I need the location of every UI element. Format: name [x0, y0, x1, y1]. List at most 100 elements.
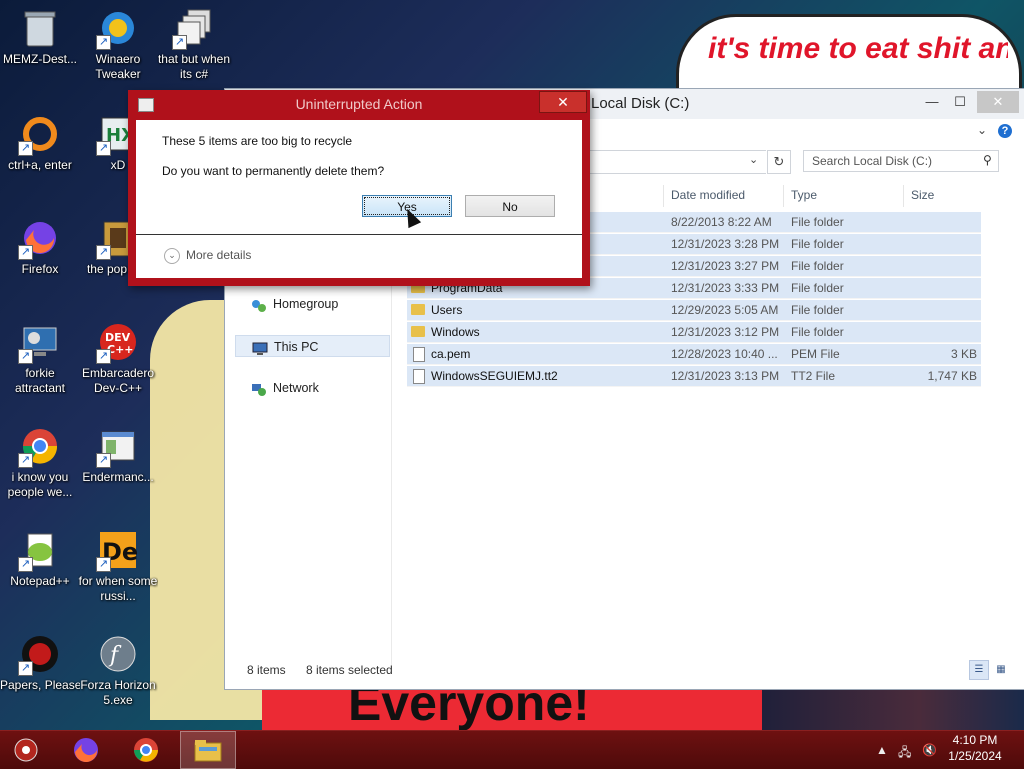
- close-icon[interactable]: ✕: [539, 91, 587, 113]
- no-button[interactable]: No: [465, 195, 555, 217]
- more-details-toggle[interactable]: ⌄ More details: [164, 248, 251, 264]
- volume-muted-icon[interactable]: 🔇: [922, 743, 937, 757]
- file-row[interactable]: ca.pem 12/28/2023 10:40 ... PEM File 3 K…: [407, 344, 981, 365]
- desktop-icon-notepadpp[interactable]: ↗ Notepad++: [0, 528, 80, 589]
- desktop-icon-chrome-shortcut[interactable]: ↗ i know you people we...: [0, 424, 80, 500]
- chrome-icon: ↗: [18, 424, 62, 468]
- dialog-divider: [136, 234, 582, 235]
- chrome-icon: [134, 738, 158, 762]
- nav-item-homegroup[interactable]: Homegroup: [235, 293, 390, 315]
- devcpp-icon: DEV C++ ↗: [96, 320, 140, 364]
- explorer-title: Local Disk (C:): [591, 95, 690, 112]
- taskbar-firefox[interactable]: [60, 731, 112, 769]
- taskbar: ▲ 🖧 🔇: [0, 730, 1024, 769]
- network-icon[interactable]: 🖧: [898, 743, 911, 764]
- shortcut-arrow-icon: ↗: [18, 661, 33, 676]
- column-header-date[interactable]: Date modified: [671, 185, 745, 205]
- maximize-icon[interactable]: ☐: [945, 91, 975, 113]
- desktop-icon-winaero[interactable]: ↗ Winaero Tweaker: [78, 6, 158, 82]
- start-button[interactable]: [0, 731, 52, 769]
- folder-icon: [411, 326, 425, 337]
- address-dropdown-icon[interactable]: ⌄: [749, 153, 758, 166]
- desktop-icon-papers-please[interactable]: ↗ Papers, Please: [0, 632, 80, 693]
- desktop-icon-endermanch[interactable]: ↗ Endermanc...: [78, 424, 158, 485]
- desktop-icon-ctrl-a-enter[interactable]: ↗ ctrl+a, enter: [0, 112, 80, 173]
- network-icon: [251, 382, 267, 396]
- firefox-icon: [74, 738, 98, 763]
- shortcut-arrow-icon: ↗: [18, 245, 33, 260]
- wallpaper-street: [762, 688, 1024, 730]
- refresh-icon[interactable]: ↻: [767, 150, 791, 174]
- shortcut-arrow-icon: ↗: [96, 141, 111, 156]
- computer-icon: [252, 341, 268, 355]
- search-input[interactable]: Search Local Disk (C:): [803, 150, 999, 172]
- column-header-size[interactable]: Size: [911, 185, 934, 205]
- close-icon[interactable]: ✕: [977, 91, 1019, 113]
- folder-icon: [411, 304, 425, 315]
- clock-date: 1/25/2024: [948, 749, 1002, 763]
- dialog-body: These 5 items are too big to recycle Do …: [136, 120, 582, 278]
- ring-icon: ↗: [18, 112, 62, 156]
- file-row[interactable]: Users 12/29/2023 5:05 AM File folder: [407, 300, 981, 321]
- desktop-icon-firefox[interactable]: ↗ Firefox: [0, 216, 80, 277]
- desktop-icon-memz[interactable]: MEMZ-Dest...: [0, 6, 80, 67]
- desktop-icon-devcpp[interactable]: DEV C++ ↗ Embarcadero Dev-C++: [78, 320, 158, 396]
- monitor-gear-icon: ↗: [18, 320, 62, 364]
- firefox-icon: ↗: [18, 216, 62, 260]
- status-item-count: 8 items: [247, 663, 286, 677]
- folder-icon: [194, 740, 222, 762]
- search-icon[interactable]: ⚲: [983, 153, 992, 167]
- nav-item-this-pc[interactable]: This PC: [235, 335, 390, 357]
- shortcut-arrow-icon: ↗: [18, 141, 33, 156]
- column-separator: [903, 185, 904, 207]
- delete-confirmation-dialog[interactable]: Uninterrupted Action ✕ These 5 items are…: [128, 90, 590, 286]
- address-bar[interactable]: [575, 150, 766, 174]
- winaero-icon: ↗: [96, 6, 140, 50]
- desktop-icon-for-when[interactable]: De ↗ for when some russi...: [78, 528, 158, 604]
- de-icon: De ↗: [96, 528, 140, 572]
- recycle-bin-icon: [18, 6, 62, 50]
- flash-icon: f: [96, 632, 140, 676]
- shortcut-arrow-icon: ↗: [96, 245, 111, 260]
- shortcut-arrow-icon: ↗: [96, 453, 111, 468]
- stack-windows-icon: ↗: [172, 6, 216, 50]
- desktop-icon-forza[interactable]: f Forza Horizon 5.exe: [78, 632, 158, 708]
- shortcut-arrow-icon: ↗: [18, 557, 33, 572]
- window-icon: ↗: [96, 424, 140, 468]
- file-icon: [413, 347, 425, 362]
- file-icon: [413, 369, 425, 384]
- shortcut-arrow-icon: ↗: [18, 349, 33, 364]
- column-separator: [663, 185, 664, 207]
- show-hidden-icons[interactable]: ▲: [876, 743, 888, 757]
- nav-item-network[interactable]: Network: [235, 377, 390, 399]
- papers-please-icon: ↗: [18, 632, 62, 676]
- minimize-icon[interactable]: —: [917, 91, 947, 113]
- notepadpp-icon: ↗: [18, 528, 62, 572]
- dialog-question: Do you want to permanently delete them?: [162, 164, 385, 178]
- dialog-title: Uninterrupted Action: [295, 96, 423, 112]
- file-row[interactable]: Windows 12/31/2023 3:12 PM File folder: [407, 322, 981, 343]
- taskbar-clock[interactable]: 4:10 PM 1/25/2024: [940, 732, 1010, 764]
- shortcut-arrow-icon: ↗: [96, 349, 111, 364]
- status-bar: 8 items 8 items selected: [225, 659, 1024, 681]
- status-selected-count: 8 items selected: [306, 663, 393, 677]
- dialog-message: These 5 items are too big to recycle: [162, 134, 353, 148]
- shortcut-arrow-icon: ↗: [96, 35, 111, 50]
- column-separator: [783, 185, 784, 207]
- clock-time: 4:10 PM: [952, 733, 998, 747]
- desktop-icon-that-but-when[interactable]: ↗ that but when its c#: [154, 6, 234, 82]
- ribbon-expand-icon[interactable]: ⌄: [977, 123, 987, 137]
- start-orb-icon: [14, 738, 38, 762]
- desktop-icon-forkie[interactable]: ↗ forkie attractant: [0, 320, 80, 396]
- column-header-type[interactable]: Type: [791, 185, 817, 205]
- large-icons-view-icon[interactable]: ▦: [991, 660, 1011, 680]
- shortcut-arrow-icon: ↗: [18, 453, 33, 468]
- homegroup-icon: [251, 298, 267, 312]
- details-view-icon[interactable]: ☰: [969, 660, 989, 680]
- chevron-down-icon: ⌄: [164, 248, 180, 264]
- taskbar-chrome[interactable]: [120, 731, 172, 769]
- file-row[interactable]: WindowsSEGUIEMJ.tt2 12/31/2023 3:13 PM T…: [407, 366, 981, 387]
- help-icon[interactable]: ?: [998, 124, 1012, 138]
- taskbar-file-explorer[interactable]: [180, 731, 236, 769]
- shortcut-arrow-icon: ↗: [172, 35, 187, 50]
